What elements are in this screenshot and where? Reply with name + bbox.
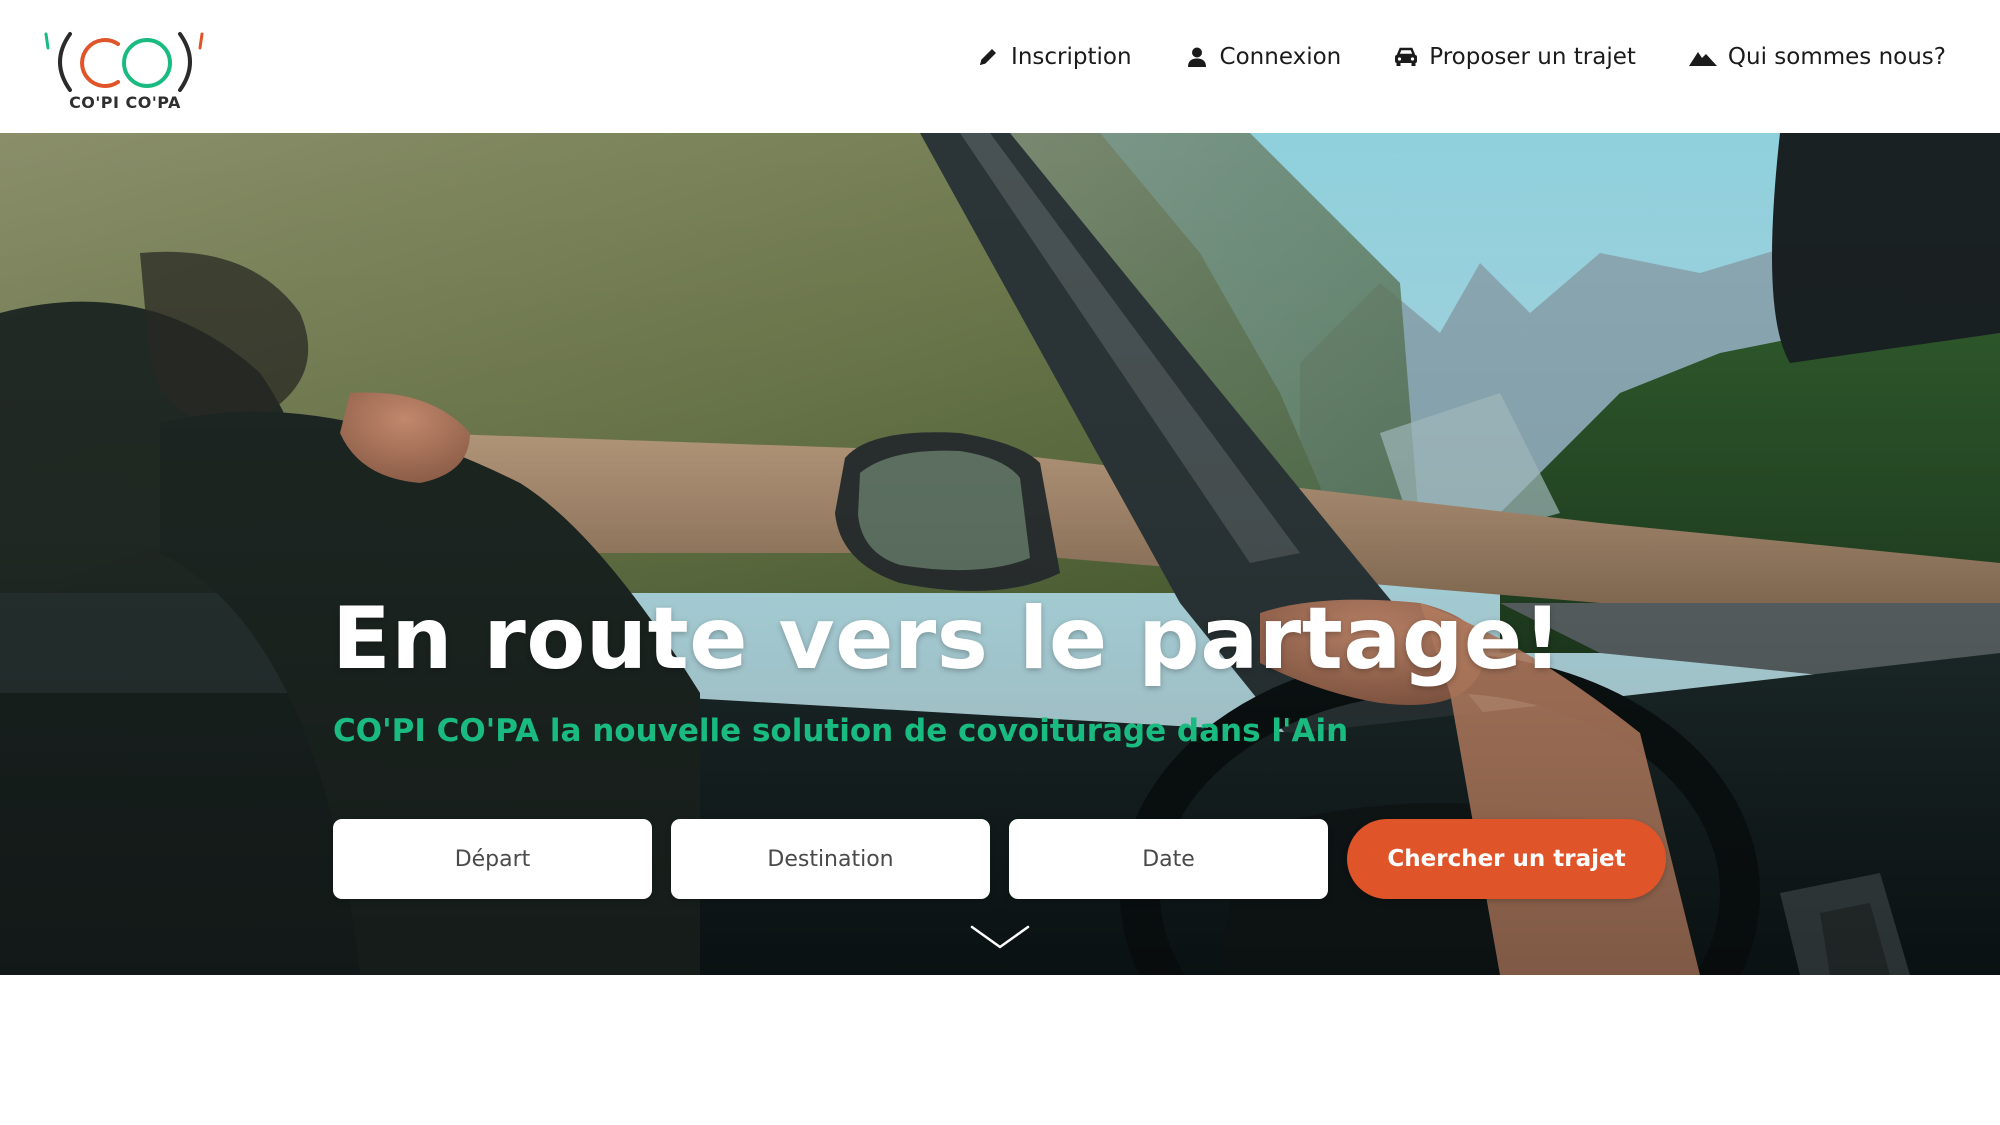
brand-name: CO'PI CO'PA — [69, 93, 181, 112]
hero-title: En route vers le partage! — [332, 589, 1563, 689]
user-icon — [1184, 44, 1210, 70]
site-header: CO'PI CO'PA Inscription Connexion Propos… — [0, 0, 2000, 133]
nav-inscription[interactable]: Inscription — [975, 44, 1132, 70]
nav-connexion[interactable]: Connexion — [1184, 44, 1342, 70]
logo-mark-icon — [44, 32, 204, 92]
nav-qui-sommes-nous-label: Qui sommes nous? — [1727, 44, 1946, 70]
nav-proposer-trajet[interactable]: Proposer un trajet — [1393, 44, 1636, 70]
brand-logo[interactable]: CO'PI CO'PA — [40, 26, 210, 116]
pencil-icon — [975, 44, 1001, 70]
search-trip-button[interactable]: Chercher un trajet — [1347, 819, 1666, 899]
nav-inscription-label: Inscription — [1011, 44, 1132, 70]
car-icon — [1393, 44, 1419, 70]
departure-input[interactable] — [333, 819, 652, 899]
mountain-icon — [1688, 44, 1718, 70]
destination-input[interactable] — [671, 819, 990, 899]
nav-qui-sommes-nous[interactable]: Qui sommes nous? — [1688, 44, 1946, 70]
chevron-down-icon[interactable] — [970, 924, 1030, 954]
main-nav: Inscription Connexion Proposer un trajet… — [923, 44, 1946, 70]
search-form: Chercher un trajet — [333, 819, 1666, 899]
date-input[interactable] — [1009, 819, 1328, 899]
nav-connexion-label: Connexion — [1219, 44, 1342, 70]
hero-subtitle: CO'PI CO'PA la nouvelle solution de covo… — [333, 713, 1349, 749]
nav-proposer-trajet-label: Proposer un trajet — [1429, 44, 1636, 70]
hero-section: En route vers le partage! CO'PI CO'PA la… — [0, 133, 2000, 975]
